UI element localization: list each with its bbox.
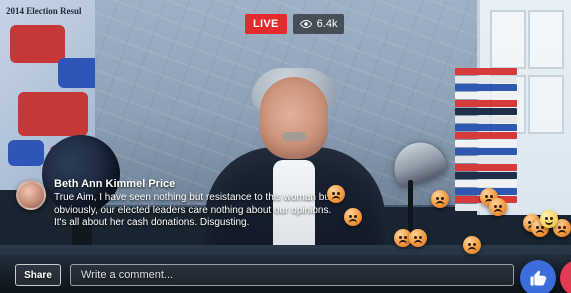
thumbs-up-icon — [529, 269, 547, 287]
comment-body: Beth Ann Kimmel Price True Aim, I have s… — [54, 178, 336, 230]
angry-emoji-icon — [344, 208, 362, 226]
comment-author[interactable]: Beth Ann Kimmel Price — [54, 178, 336, 190]
book — [455, 84, 517, 91]
angry-emoji-icon — [489, 198, 507, 216]
book — [455, 108, 517, 115]
window-pane — [528, 10, 564, 69]
live-comment: Beth Ann Kimmel Price True Aim, I have s… — [16, 178, 336, 230]
book — [455, 180, 517, 187]
comment-input[interactable] — [70, 264, 514, 286]
sad-emoji-icon — [540, 210, 558, 228]
book — [455, 76, 517, 83]
share-button[interactable]: Share — [15, 264, 61, 286]
angry-emoji-icon — [431, 190, 449, 208]
angry-emoji-icon — [463, 236, 481, 254]
video-scene: 2014 Election Resul — [0, 0, 571, 293]
live-badge: LIVE — [245, 14, 287, 34]
presenter-head — [260, 77, 328, 159]
live-video-frame: 2014 Election Resul LIVE 6.4k Beth Ann K… — [0, 0, 571, 293]
book — [455, 100, 517, 107]
angry-emoji-icon — [409, 229, 427, 247]
angry-emoji-icon — [327, 185, 345, 203]
book — [455, 164, 517, 171]
live-status: LIVE 6.4k — [245, 14, 345, 34]
book — [455, 124, 517, 131]
book — [455, 116, 517, 123]
viewer-count-value: 6.4k — [316, 18, 338, 30]
book — [455, 92, 517, 99]
avatar[interactable] — [16, 180, 46, 210]
like-button[interactable] — [520, 260, 556, 293]
book — [455, 172, 517, 179]
eye-icon — [299, 18, 312, 30]
map-blob-blue-2 — [8, 140, 44, 166]
window-pane — [490, 10, 526, 69]
map-blob-red-2 — [18, 92, 88, 136]
window-pane — [528, 75, 564, 134]
viewer-count: 6.4k — [292, 14, 345, 34]
election-map-title: 2014 Election Resul — [6, 6, 82, 16]
comment-text: True Aim, I have seen nothing but resist… — [54, 192, 333, 228]
book — [455, 132, 517, 139]
map-blob-blue — [58, 58, 100, 88]
book — [455, 156, 517, 163]
book — [455, 68, 517, 75]
book — [455, 148, 517, 155]
presenter-mustache — [282, 132, 306, 141]
book — [455, 140, 517, 147]
map-blob-red — [10, 25, 65, 63]
